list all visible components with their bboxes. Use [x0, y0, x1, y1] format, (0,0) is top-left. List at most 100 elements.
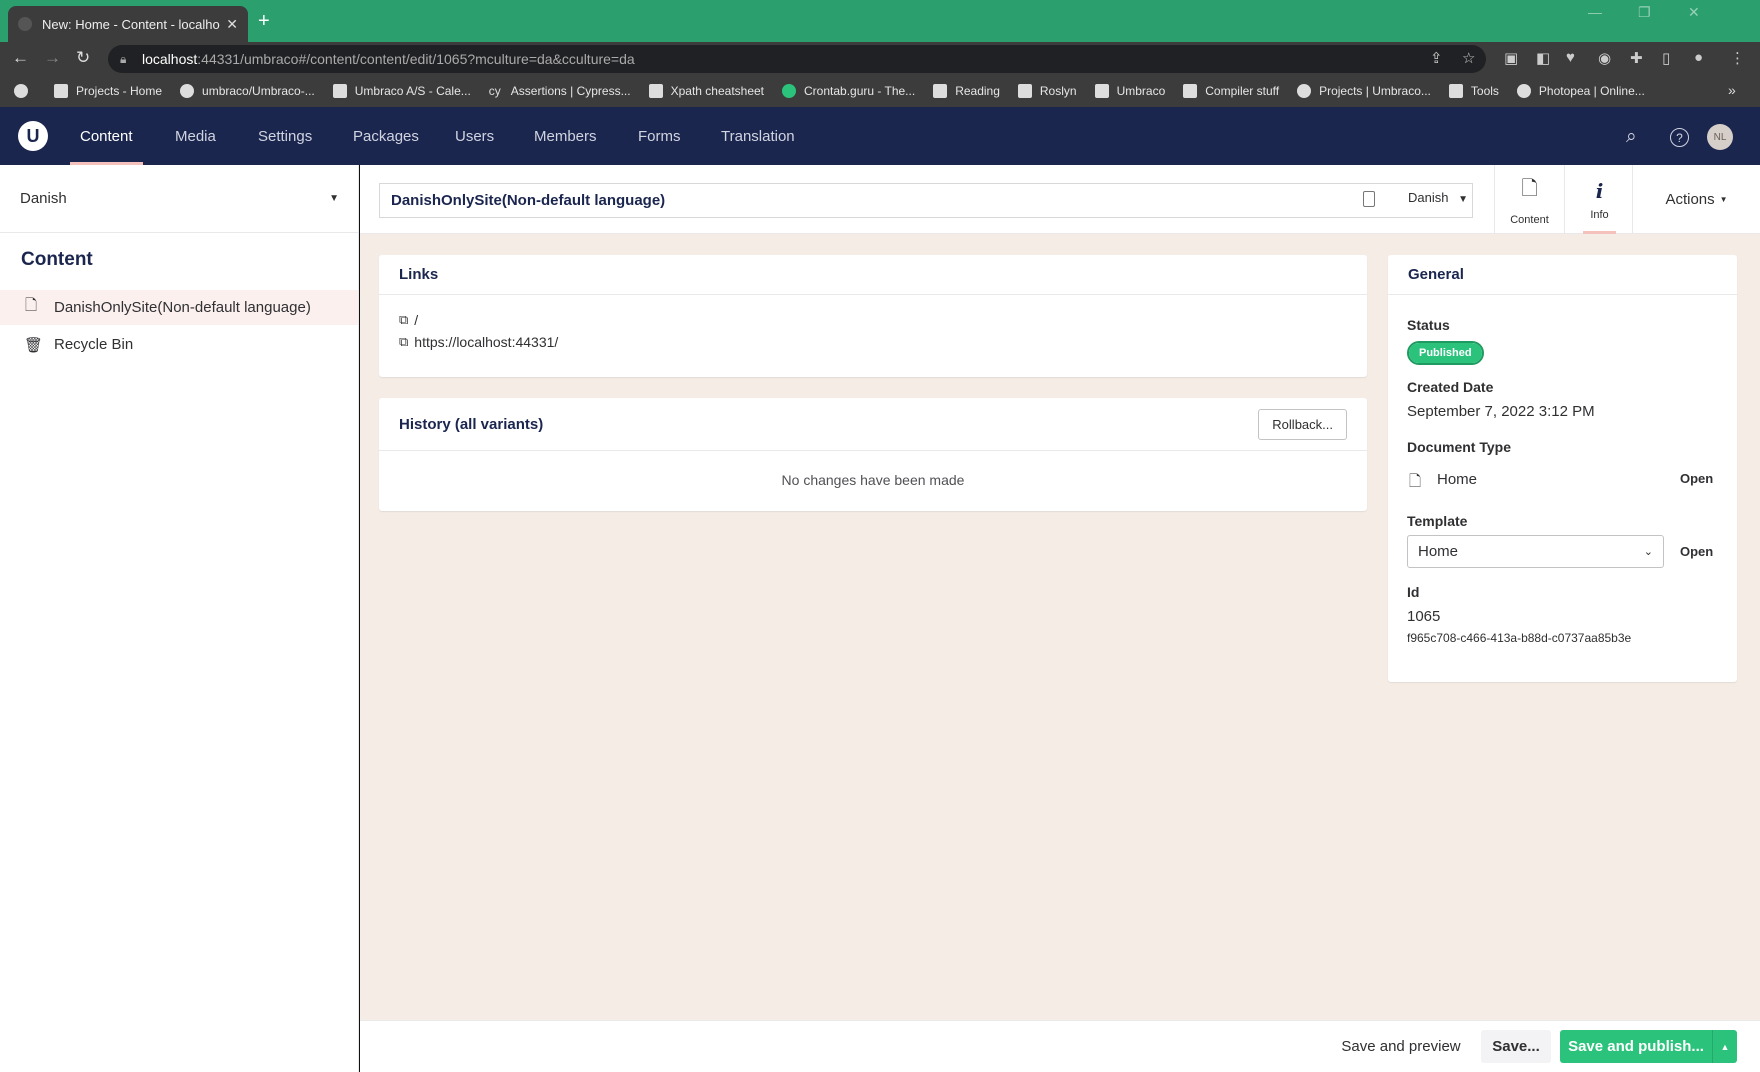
publish-options-caret-icon[interactable]: ▲: [1712, 1030, 1737, 1063]
section-users[interactable]: Users: [455, 107, 494, 165]
bookmarks-bar: Projects - Home umbraco/Umbraco-... Umbr…: [0, 75, 1760, 107]
restore-icon[interactable]: ❐: [1638, 4, 1651, 21]
node-name-input[interactable]: DanishOnlySite(Non-default language): [379, 183, 1473, 218]
bookmark-item[interactable]: Reading: [933, 84, 1000, 98]
section-forms[interactable]: Forms: [638, 107, 681, 165]
link-item[interactable]: ⧉ https://localhost:44331/: [399, 331, 1347, 353]
bookmark-label: Tools: [1470, 84, 1499, 98]
bookmark-item[interactable]: [14, 84, 36, 98]
profile-icon[interactable]: ●: [1694, 49, 1703, 66]
umbraco-logo[interactable]: U: [18, 121, 48, 151]
help-icon[interactable]: ?: [1670, 128, 1689, 147]
share-icon[interactable]: ⇪: [1430, 49, 1443, 67]
open-document-type-link[interactable]: Open: [1680, 471, 1713, 486]
history-empty-message: No changes have been made: [781, 472, 965, 488]
caret-down-icon: ▼: [1719, 195, 1728, 204]
link-item[interactable]: ⧉ /: [399, 309, 1347, 331]
language-selector[interactable]: Danish ▼: [0, 165, 359, 233]
actions-menu-button[interactable]: Actions ▼: [1632, 165, 1760, 234]
bookmark-label: Compiler stuff: [1205, 84, 1280, 98]
github-icon: [180, 84, 195, 98]
status-badge-outline: Published: [1407, 341, 1484, 365]
back-icon[interactable]: ←: [12, 48, 29, 68]
extension-icon[interactable]: ◧: [1536, 49, 1550, 67]
new-tab-button[interactable]: +: [258, 10, 270, 33]
extension-icon[interactable]: ▣: [1504, 49, 1518, 67]
variant-language-dropdown[interactable]: Danish ▼: [1408, 190, 1468, 205]
forward-icon[interactable]: →: [44, 48, 61, 68]
id-label: Id: [1407, 584, 1420, 600]
tree-item-recycle-bin[interactable]: 🗑︎ Recycle Bin: [0, 327, 358, 362]
history-title: History (all variants): [399, 415, 544, 433]
guid-value: f965c708-c466-413a-b88d-c0737aa85b3e: [1407, 631, 1632, 645]
app-tab-content[interactable]: 🗋︎ Content: [1494, 165, 1564, 234]
info-icon: i: [1595, 178, 1604, 203]
bookmarks-overflow-button[interactable]: »: [1728, 82, 1736, 98]
section-translation[interactable]: Translation: [721, 107, 795, 165]
puzzle-icon[interactable]: ✚: [1630, 49, 1643, 67]
link-text: /: [414, 312, 419, 328]
section-packages[interactable]: Packages: [353, 107, 419, 165]
folder-icon: [1183, 84, 1198, 98]
bookmark-item[interactable]: Photopea | Online...: [1516, 84, 1645, 98]
close-window-icon[interactable]: ✕: [1688, 4, 1700, 21]
bookmark-star-icon[interactable]: ☆: [1462, 49, 1475, 67]
bookmark-item[interactable]: Umbraco: [1094, 84, 1166, 98]
bookmark-item[interactable]: Umbraco A/S - Cale...: [332, 84, 471, 98]
bookmark-item[interactable]: cy Assertions | Cypress...: [489, 84, 631, 98]
template-select[interactable]: Home ⌄: [1407, 535, 1664, 568]
bookmark-item[interactable]: Roslyn: [1017, 84, 1077, 98]
chevron-down-icon: ⌄: [1643, 546, 1653, 558]
created-date-label: Created Date: [1407, 379, 1494, 395]
document-icon: 🗋︎: [24, 297, 38, 314]
section-members[interactable]: Members: [534, 107, 597, 165]
browser-tab[interactable]: New: Home - Content - localhost ✕: [8, 6, 248, 42]
folder-icon: [1017, 84, 1032, 98]
extension-icon[interactable]: ♥: [1566, 49, 1575, 66]
extension-icon[interactable]: ◉: [1598, 49, 1611, 67]
bookmark-item[interactable]: Crontab.guru - The...: [782, 84, 915, 98]
app-tab-info[interactable]: i Info: [1564, 165, 1634, 234]
bookmark-label: Xpath cheatsheet: [670, 84, 765, 98]
document-type-value: Home: [1437, 471, 1478, 488]
external-link-icon: ⧉: [399, 334, 409, 349]
tab-favicon-icon: [18, 17, 32, 31]
search-icon[interactable]: ⌕: [1626, 126, 1637, 148]
avatar[interactable]: NL: [1707, 124, 1733, 150]
bookmark-label: Crontab.guru - The...: [804, 84, 916, 98]
tree-item-label: DanishOnlySite(Non-default language): [54, 299, 311, 316]
menu-icon[interactable]: ⋮: [1730, 49, 1745, 67]
save-and-publish-button[interactable]: Save and publish...: [1560, 1030, 1712, 1063]
general-title: General: [1388, 255, 1737, 295]
open-template-link[interactable]: Open: [1680, 544, 1713, 559]
save-button[interactable]: Save...: [1481, 1030, 1551, 1063]
url-path: :44331/umbraco#/content/content/edit/106…: [197, 51, 635, 67]
address-bar[interactable]: 🔒︎ localhost:44331/umbraco#/content/cont…: [108, 45, 1486, 73]
sidepanel-icon[interactable]: ▯: [1662, 49, 1670, 67]
folder-icon: [933, 84, 948, 98]
bookmark-label: Umbraco: [1116, 84, 1166, 98]
section-settings[interactable]: Settings: [258, 107, 312, 165]
links-title: Links: [379, 255, 1367, 295]
bookmark-label: Projects - Home: [76, 84, 163, 98]
bookmark-label: Roslyn: [1039, 84, 1077, 98]
template-select-value: Home: [1418, 543, 1459, 560]
bookmark-item[interactable]: Xpath cheatsheet: [648, 84, 765, 98]
variant-language-label: Danish: [1408, 190, 1449, 205]
bookmark-favicon-icon: [14, 84, 28, 98]
rollback-button[interactable]: Rollback...: [1258, 408, 1347, 440]
section-content[interactable]: Content: [70, 107, 143, 165]
bookmark-item[interactable]: Compiler stuff: [1183, 84, 1279, 98]
section-media[interactable]: Media: [175, 107, 216, 165]
bookmark-item[interactable]: Projects | Umbraco...: [1297, 84, 1431, 98]
tab-close-icon[interactable]: ✕: [226, 16, 238, 33]
folder-icon: [1448, 84, 1463, 98]
tree-item-site[interactable]: 🗋︎ DanishOnlySite(Non-default language): [0, 290, 358, 325]
reload-icon[interactable]: ↻: [76, 48, 90, 68]
minimize-icon[interactable]: —: [1588, 4, 1602, 20]
bookmark-item[interactable]: umbraco/Umbraco-...: [180, 84, 315, 98]
bookmark-item[interactable]: Projects - Home: [54, 84, 162, 98]
document-type-label: Document Type: [1407, 439, 1511, 455]
bookmark-item[interactable]: Tools: [1448, 84, 1499, 98]
save-and-preview-button[interactable]: Save and preview: [1336, 1030, 1466, 1063]
